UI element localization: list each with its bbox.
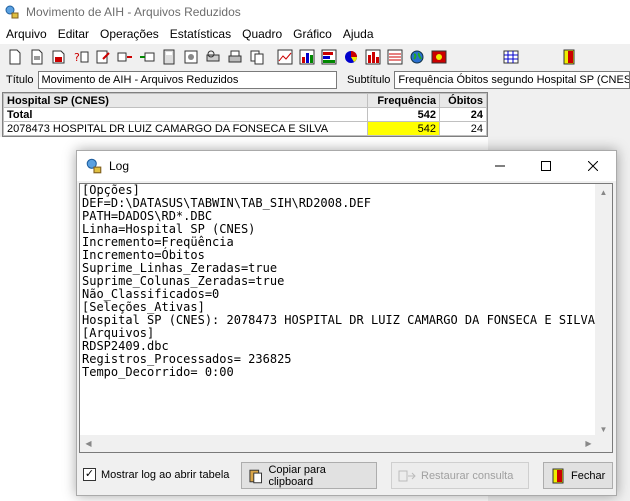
log-icon <box>86 158 102 174</box>
close-icon[interactable] <box>570 151 616 181</box>
svg-text:?: ? <box>74 51 80 64</box>
total-obitos[interactable]: 24 <box>439 107 487 122</box>
table-export-icon[interactable] <box>136 46 158 68</box>
menu-ajuda[interactable]: Ajuda <box>337 27 379 41</box>
chart-hbar-icon[interactable] <box>318 46 340 68</box>
minimize-icon[interactable] <box>477 151 523 181</box>
copy-icon[interactable] <box>246 46 268 68</box>
chart-pie-icon[interactable] <box>340 46 362 68</box>
subtitle-input[interactable]: Frequência Óbitos segundo Hospital SP (C… <box>394 71 630 89</box>
menu-arquivo[interactable]: Arquivo <box>0 27 52 41</box>
header-obitos[interactable]: Óbitos <box>439 93 487 108</box>
checkmark-icon[interactable]: ✓ <box>83 468 96 481</box>
log-dialog: Log [Opções] DEF=D:\DATASUS\TABWIN\TAB_S… <box>76 150 617 496</box>
clipboard-icon <box>249 469 263 483</box>
scroll-corner <box>595 435 612 452</box>
calculator-icon[interactable] <box>158 46 180 68</box>
header-frequencia[interactable]: Frequência <box>367 93 440 108</box>
maximize-icon[interactable] <box>523 151 569 181</box>
copy-clipboard-label: Copiar para clipboard <box>268 463 326 488</box>
log-button-bar: ✓ Mostrar log ao abrir tabela Copiar par… <box>77 457 616 495</box>
table-row[interactable]: 2078473 HOSPITAL DR LUIZ CAMARGO DA FONS… <box>3 121 487 136</box>
new-icon[interactable] <box>4 46 26 68</box>
window-title: Movimento de AIH - Arquivos Reduzidos <box>26 5 241 19</box>
toolbar: ? <box>0 44 630 70</box>
close-label: Fechar <box>571 469 606 482</box>
settings-icon[interactable] <box>180 46 202 68</box>
chart-scatter-icon[interactable] <box>362 46 384 68</box>
grid-icon[interactable] <box>500 46 522 68</box>
scroll-up-icon[interactable]: ▲ <box>595 184 612 201</box>
log-title: Log <box>109 159 130 173</box>
chart-histogram-icon[interactable] <box>384 46 406 68</box>
menu-operacoes[interactable]: Operações <box>94 27 164 41</box>
horizontal-scrollbar[interactable]: ◀ ▶ <box>80 435 597 452</box>
copy-clipboard-button[interactable]: Copiar para clipboard <box>241 462 377 489</box>
show-log-label: Mostrar log ao abrir tabela <box>101 468 230 481</box>
door-icon <box>552 468 564 483</box>
log-text[interactable]: [Opções] DEF=D:\DATASUS\TABWIN\TAB_SIH\R… <box>82 184 597 438</box>
results-table[interactable]: Hospital SP (CNES) Frequência Óbitos Tot… <box>2 92 488 137</box>
menu-editar[interactable]: Editar <box>52 27 94 41</box>
chart-line-icon[interactable] <box>274 46 296 68</box>
save-icon[interactable] <box>48 46 70 68</box>
restore-query-button[interactable]: Restaurar consulta <box>391 462 529 489</box>
log-title-bar: Log <box>77 151 616 181</box>
title-bar: Movimento de AIH - Arquivos Reduzidos <box>0 0 630 24</box>
title-label: Título <box>6 74 34 86</box>
subtitle-label: Subtítulo <box>346 74 391 86</box>
close-button[interactable]: Fechar <box>543 462 613 489</box>
menu-grafico[interactable]: Gráfico <box>287 27 337 41</box>
title-input[interactable]: Movimento de AIH - Arquivos Reduzidos <box>37 71 337 89</box>
restore-query-label: Restaurar consulta <box>421 469 514 482</box>
row-obitos[interactable]: 24 <box>439 121 487 136</box>
total-label[interactable]: Total <box>3 107 368 122</box>
app-icon <box>5 5 19 19</box>
chart-bar-icon[interactable] <box>296 46 318 68</box>
print-icon[interactable] <box>224 46 246 68</box>
vertical-scrollbar[interactable]: ▲ ▼ <box>595 184 612 438</box>
header-hospital[interactable]: Hospital SP (CNES) <box>3 93 368 108</box>
total-frequencia[interactable]: 542 <box>367 107 440 122</box>
menu-estatisticas[interactable]: Estatísticas <box>164 27 236 41</box>
title-fields: Título Movimento de AIH - Arquivos Reduz… <box>0 69 630 91</box>
map-icon[interactable] <box>406 46 428 68</box>
log-text-area[interactable]: [Opções] DEF=D:\DATASUS\TABWIN\TAB_SIH\R… <box>79 183 613 453</box>
row-frequencia[interactable]: 542 <box>367 121 440 136</box>
edit-icon[interactable] <box>92 46 114 68</box>
scroll-left-icon[interactable]: ◀ <box>80 435 97 452</box>
table-import-icon[interactable] <box>114 46 136 68</box>
color-icon[interactable] <box>428 46 450 68</box>
menu-bar: Arquivo Editar Operações Estatísticas Qu… <box>0 24 630 44</box>
menu-quadro[interactable]: Quadro <box>236 27 287 41</box>
open-icon[interactable] <box>26 46 48 68</box>
print-preview-icon[interactable] <box>202 46 224 68</box>
restore-icon <box>398 470 416 481</box>
query-icon[interactable]: ? <box>70 46 92 68</box>
exit-icon[interactable] <box>558 46 580 68</box>
show-log-checkbox[interactable]: ✓ Mostrar log ao abrir tabela <box>83 468 229 481</box>
row-hospital[interactable]: 2078473 HOSPITAL DR LUIZ CAMARGO DA FONS… <box>3 121 368 136</box>
main-window: Movimento de AIH - Arquivos Reduzidos Ar… <box>0 0 630 501</box>
